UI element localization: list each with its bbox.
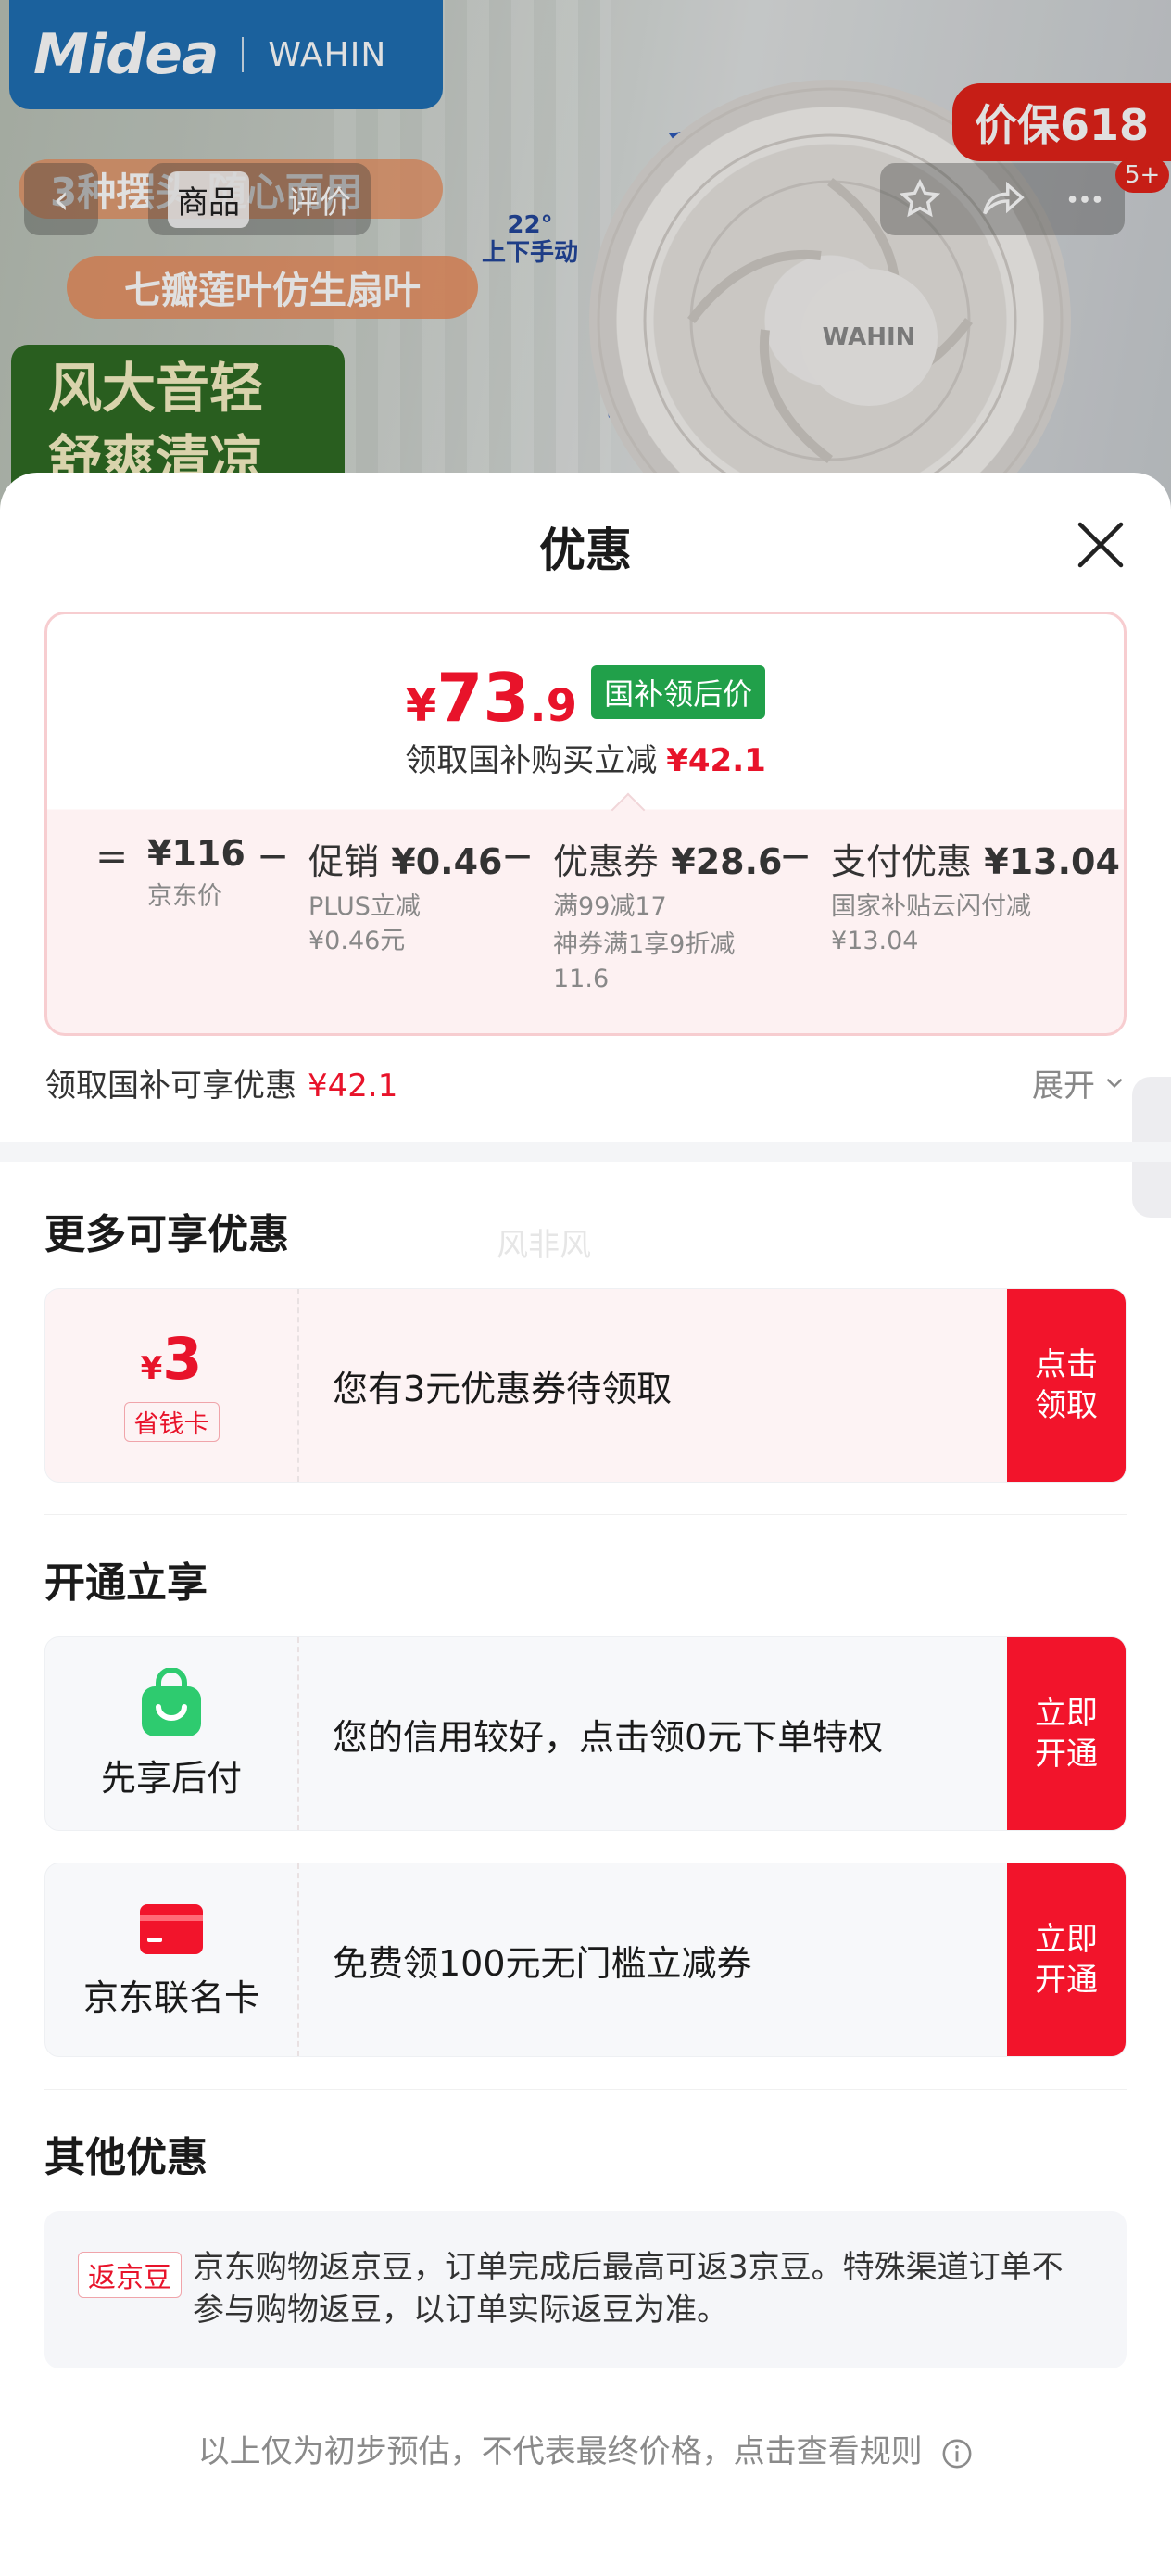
- cobrand-card-card[interactable]: 京东联名卡 免费领100元无门槛立减券 立即 开通: [44, 1863, 1127, 2057]
- rules-note-text: 以上仅为初步预估，不代表最终价格，点击查看规则: [197, 2433, 923, 2470]
- formula-item-sub: 国家补贴云闪付减: [831, 892, 1031, 921]
- divider: [44, 1514, 1127, 1515]
- formula-item-value: ¥13.04: [984, 841, 1120, 882]
- discount-sheet: 优惠 ¥73.9 国补领后价 领取国补购买立减 ¥42.1 = ¥116 京东价 …: [0, 473, 1171, 2576]
- final-price-row: ¥73.9 国补领后价: [47, 659, 1124, 737]
- formula-item-value: ¥28.6: [671, 841, 783, 882]
- jingdou-tag: 返京豆: [78, 2252, 182, 2298]
- formula-item-sub: ¥0.46元: [308, 927, 406, 955]
- subsidy-reduction-amount: ¥42.1: [666, 742, 766, 779]
- coupon-label: 省钱卡: [123, 1401, 220, 1442]
- activate-pay-later-button[interactable]: 立即 开通: [1007, 1637, 1126, 1830]
- cobrand-card-description: 免费领100元无门槛立减券: [333, 1942, 752, 1984]
- cobrand-card-name: 京东联名卡: [82, 1976, 259, 2018]
- formula-item-sub: 11.6: [553, 965, 610, 993]
- more-offers-title: 更多可享优惠: [44, 1211, 289, 1258]
- expand-button[interactable]: 展开: [1032, 1060, 1127, 1105]
- chevron-down-icon: [1106, 1078, 1123, 1089]
- coupon-description: 您有3元优惠券待领取: [333, 1368, 673, 1409]
- subsidy-price-tag: 国补领后价: [591, 665, 766, 719]
- jingdou-description: 京东购物返京豆，订单完成后最高可返3京豆。特殊渠道订单不参与购物返豆，以订单实际…: [193, 2249, 1064, 2329]
- divider: [44, 2089, 1127, 2090]
- subsidy-reduction-label: 领取国补购买立减: [405, 742, 658, 779]
- subsidy-summary-amount: ¥42.1: [308, 1067, 398, 1105]
- modal-dim-overlay[interactable]: [0, 0, 1171, 519]
- minus-sign: −: [501, 833, 535, 878]
- formula-item-payment: 支付优惠 ¥13.04 国家补贴云闪付减 ¥13.04: [831, 833, 1120, 958]
- jingdou-rebate-box: 返京豆 京东购物返京豆，订单完成后最高可返3京豆。特殊渠道订单不参与购物返豆，以…: [44, 2211, 1127, 2368]
- minus-sign: −: [257, 833, 290, 878]
- subsidy-summary-label: 领取国补可享优惠: [44, 1067, 296, 1105]
- subsidy-summary-row[interactable]: 领取国补可享优惠 ¥42.1 展开: [44, 1054, 1127, 1110]
- section-divider: [0, 1142, 1171, 1162]
- coupon-offer-card[interactable]: ¥3 省钱卡 您有3元优惠券待领取 点击 领取: [44, 1288, 1127, 1483]
- cobrand-card-badge: 京东联名卡: [45, 1863, 299, 2056]
- other-offers-title: 其他优惠: [44, 2134, 208, 2181]
- watermark: 风非风: [497, 1227, 591, 1264]
- pay-later-name: 先享后付: [100, 1757, 242, 1799]
- credit-card-icon: [140, 1903, 203, 1954]
- formula-item-promo: 促销 ¥0.46 PLUS立减 ¥0.46元: [308, 833, 502, 958]
- shopping-bag-icon: [142, 1667, 201, 1736]
- coupon-badge: ¥3 省钱卡: [45, 1289, 299, 1482]
- formula-item-label: 优惠券: [553, 841, 660, 882]
- subsidy-reduction: 领取国补购买立减 ¥42.1: [47, 735, 1124, 780]
- formula-item-label: 促销: [308, 841, 380, 882]
- price-formula: = ¥116 京东价 − 促销 ¥0.46 PLUS立减 ¥0.46元 − 优惠…: [47, 833, 1124, 1018]
- formula-item-value: ¥116: [147, 833, 246, 874]
- coupon-amount: ¥3: [140, 1324, 203, 1393]
- formula-item-jd-price: ¥116 京东价: [147, 833, 246, 914]
- pay-later-description: 您的信用较好，点击领0元下单特权: [333, 1716, 884, 1758]
- price-breakdown-card: ¥73.9 国补领后价 领取国补购买立减 ¥42.1 = ¥116 京东价 − 促…: [44, 612, 1127, 1036]
- expand-label: 展开: [1032, 1067, 1095, 1105]
- formula-item-sub: 满99减17: [553, 892, 667, 921]
- sheet-title: 优惠: [539, 524, 632, 577]
- formula-item-coupon: 优惠券 ¥28.6 满99减17 神券满1享9折减 11.6: [553, 833, 782, 996]
- card-notch: [611, 792, 646, 827]
- final-price: ¥73.9: [405, 659, 578, 737]
- activate-offers-title: 开通立享: [44, 1559, 208, 1607]
- equals-sign: =: [95, 833, 129, 878]
- minus-sign: −: [779, 833, 812, 878]
- pay-later-badge: 先享后付: [45, 1637, 299, 1830]
- formula-item-sub: 神券满1享9折减: [553, 930, 736, 959]
- formula-item-sub: PLUS立减: [308, 892, 421, 921]
- formula-item-label: 支付优惠: [831, 841, 973, 882]
- claim-coupon-button[interactable]: 点击 领取: [1007, 1289, 1126, 1482]
- formula-item-value: ¥0.46: [391, 841, 503, 882]
- rules-note[interactable]: 以上仅为初步预估，不代表最终价格，点击查看规则: [0, 2426, 1171, 2471]
- formula-item-sub: 京东价: [147, 882, 222, 911]
- close-icon[interactable]: [1071, 515, 1130, 575]
- info-icon[interactable]: [941, 2438, 973, 2469]
- pay-later-card[interactable]: 先享后付 您的信用较好，点击领0元下单特权 立即 开通: [44, 1636, 1127, 1831]
- subsidy-summary: 领取国补可享优惠 ¥42.1: [44, 1060, 397, 1105]
- activate-cobrand-card-button[interactable]: 立即 开通: [1007, 1863, 1126, 2056]
- formula-item-sub: ¥13.04: [831, 927, 919, 955]
